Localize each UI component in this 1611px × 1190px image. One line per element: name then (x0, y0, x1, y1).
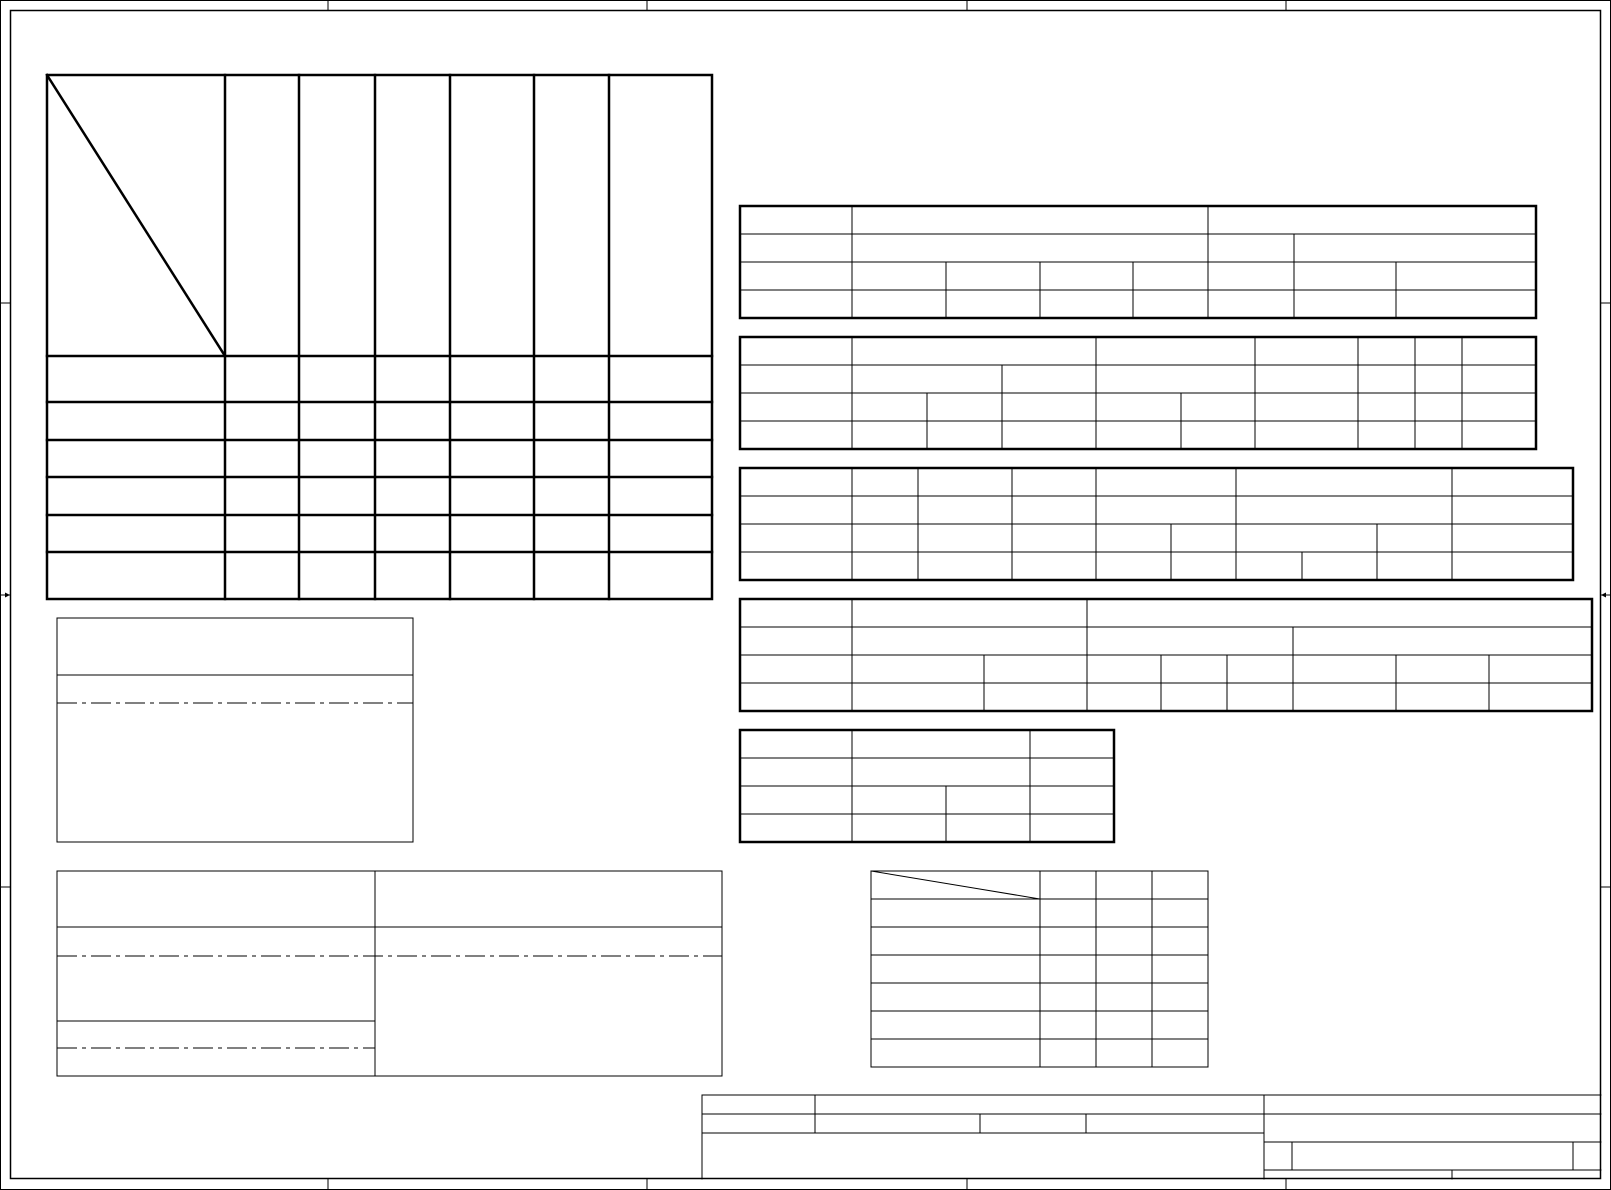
header-diagonal (45, 73, 227, 358)
drawing-sheet (0, 0, 1611, 1190)
centering-mark (1601, 592, 1606, 598)
parameter-tables (738, 204, 1594, 844)
matrix-table-border (45, 73, 714, 601)
dashed-detail-box-wide (56, 870, 723, 1077)
centering-mark (5, 592, 10, 598)
small-table-diagonal (870, 870, 1041, 900)
dashed-detail-box (56, 617, 414, 843)
matrix-table (45, 73, 714, 601)
title-block (701, 1094, 1602, 1180)
sheet-frame-drawing (0, 0, 1611, 1190)
small-diagonal-table (870, 870, 1209, 1068)
detail-box-border (56, 617, 414, 843)
sheet-frame (0, 0, 1611, 1190)
detail-box-wide-border (56, 870, 723, 1077)
outer-border (0, 0, 1611, 1190)
inner-border (9, 9, 1602, 1180)
